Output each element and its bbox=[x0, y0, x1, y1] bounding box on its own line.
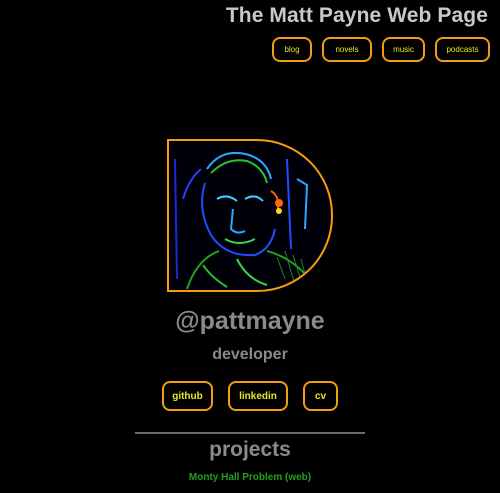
linkedin-link-button[interactable]: linkedin bbox=[228, 381, 288, 411]
site-title: The Matt Payne Web Page bbox=[225, 4, 488, 27]
project-link-monty-hall[interactable]: Monty Hall Problem (web) bbox=[0, 472, 500, 483]
projects-heading: projects bbox=[209, 438, 291, 461]
nav-blog-button[interactable]: blog bbox=[272, 37, 312, 62]
profile-handle: @pattmayne bbox=[175, 307, 325, 335]
github-link-button[interactable]: github bbox=[162, 381, 213, 411]
profile-role: developer bbox=[212, 346, 288, 363]
profile-avatar bbox=[167, 139, 333, 292]
top-nav: blog novels music podcasts bbox=[272, 37, 490, 62]
nav-podcasts-button[interactable]: podcasts bbox=[435, 37, 490, 62]
nav-novels-button[interactable]: novels bbox=[322, 37, 372, 62]
nav-music-button[interactable]: music bbox=[382, 37, 425, 62]
cv-link-button[interactable]: cv bbox=[303, 381, 338, 411]
section-divider bbox=[135, 432, 365, 434]
profile-links: github linkedin cv bbox=[162, 381, 338, 411]
